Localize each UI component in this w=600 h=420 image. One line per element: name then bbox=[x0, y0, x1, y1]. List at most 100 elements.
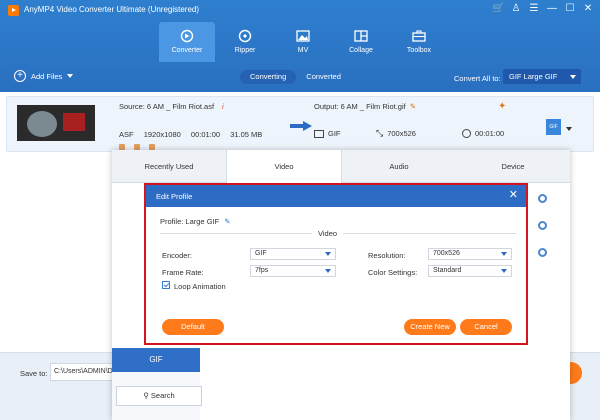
converting-tab[interactable]: Converting bbox=[240, 70, 297, 84]
close-icon[interactable]: ✕ bbox=[509, 188, 518, 202]
tab-video[interactable]: Video bbox=[226, 150, 342, 183]
tab-device[interactable]: Device bbox=[456, 150, 570, 182]
source-size: 31.05 MB bbox=[230, 130, 263, 139]
user-icon[interactable]: ♙ bbox=[510, 3, 522, 15]
edit-profile-dialog: Edit Profile ✕ Profile: Large GIF ✎ Video… bbox=[144, 183, 528, 345]
tab-converter[interactable]: Converter bbox=[159, 22, 215, 62]
section-title: Video bbox=[312, 229, 344, 238]
app-logo-icon bbox=[8, 5, 19, 16]
source-name-text: Source: 6 AM _ Film Riot.asf bbox=[119, 102, 215, 111]
encoder-select[interactable]: GIF bbox=[250, 248, 336, 260]
framerate-label: Frame Rate: bbox=[162, 268, 204, 277]
edit-icon[interactable]: ✎ bbox=[224, 217, 230, 226]
convert-all-select[interactable]: GIF Large GIF bbox=[503, 69, 581, 84]
save-to-label: Save to: bbox=[20, 369, 48, 378]
loop-animation-label: Loop Animation bbox=[174, 282, 226, 291]
title-bar: AnyMP4 Video Converter Ultimate (Unregis… bbox=[0, 0, 600, 20]
output-format: GIF bbox=[328, 129, 341, 138]
output-name: Output: 6 AM _ Film Riot.gif ✎ bbox=[314, 102, 416, 111]
gear-icon[interactable] bbox=[538, 194, 547, 203]
encoder-label: Encoder: bbox=[162, 251, 193, 260]
output-resolution-cell: ⤡ 700x526 bbox=[376, 128, 462, 139]
output-name-text: Output: 6 AM _ Film Riot.gif bbox=[314, 102, 406, 111]
output-meta: GIF ⤡ 700x526 00:01:00 bbox=[314, 128, 504, 139]
tab-ripper[interactable]: Ripper bbox=[217, 22, 273, 62]
gear-icon[interactable] bbox=[538, 221, 547, 230]
chevron-down-icon[interactable] bbox=[566, 127, 572, 131]
collage-icon bbox=[354, 30, 368, 42]
info-icon[interactable]: i bbox=[222, 102, 224, 111]
framerate-value: 7fps bbox=[255, 267, 269, 274]
maximize-icon[interactable]: ☐ bbox=[564, 3, 576, 15]
chevron-down-icon bbox=[501, 269, 507, 273]
menu-icon[interactable]: ☰ bbox=[528, 3, 540, 15]
create-new-button[interactable]: Create New bbox=[404, 319, 456, 335]
mv-icon bbox=[296, 30, 310, 42]
default-button[interactable]: Default bbox=[162, 319, 224, 335]
close-icon[interactable]: ✕ bbox=[582, 3, 594, 15]
tab-collage[interactable]: Collage bbox=[333, 22, 389, 62]
move-up-icon[interactable]: ✦ bbox=[498, 101, 506, 112]
arrow-right-icon bbox=[290, 121, 312, 131]
resolution-select[interactable]: 700x526 bbox=[428, 248, 512, 260]
tab-audio[interactable]: Audio bbox=[342, 150, 456, 182]
video-format-icon bbox=[314, 129, 324, 138]
framerate-select[interactable]: 7fps bbox=[250, 265, 336, 277]
file-item[interactable]: Source: 6 AM _ Film Riot.asf i ASF 1920x1… bbox=[6, 96, 594, 152]
video-thumbnail[interactable] bbox=[17, 105, 95, 141]
gear-icon[interactable] bbox=[538, 248, 547, 257]
tab-toolbox[interactable]: Toolbox bbox=[391, 22, 447, 62]
convert-all-value: GIF Large GIF bbox=[509, 72, 558, 81]
output-format-button[interactable]: GIF bbox=[546, 119, 561, 135]
profile-name-text: Profile: Large GIF bbox=[160, 217, 220, 226]
color-settings-value: Standard bbox=[433, 267, 462, 274]
loop-animation-checkbox[interactable] bbox=[162, 281, 170, 289]
dialog-title: Edit Profile bbox=[156, 192, 193, 201]
chevron-down-icon bbox=[325, 269, 331, 273]
rename-icon[interactable]: ✎ bbox=[410, 102, 416, 111]
encoder-value: GIF bbox=[255, 250, 267, 257]
add-files-button[interactable]: + Add Files bbox=[14, 70, 74, 82]
toolbox-icon bbox=[412, 30, 426, 42]
output-resolution: 700x526 bbox=[387, 129, 416, 138]
tab-collage-label: Collage bbox=[349, 47, 373, 54]
window-controls: 🛒 ♙ ☰ — ☐ ✕ bbox=[492, 3, 594, 15]
profile-tabs: Recently Used Video Audio Device bbox=[112, 150, 570, 183]
app-header: AnyMP4 Video Converter Ultimate (Unregis… bbox=[0, 0, 600, 92]
search-icon: ⚲ bbox=[143, 391, 151, 400]
status-switch: Converting Converted bbox=[240, 70, 351, 84]
format-item-gif[interactable]: GIF bbox=[112, 348, 200, 372]
chevron-down-icon[interactable] bbox=[67, 74, 74, 78]
source-format: ASF bbox=[119, 130, 134, 139]
sub-toolbar: + Add Files Converting Converted Convert… bbox=[0, 66, 600, 88]
output-duration: 00:01:00 bbox=[475, 129, 505, 138]
source-name: Source: 6 AM _ Film Riot.asf i bbox=[119, 102, 224, 111]
tab-mv[interactable]: MV bbox=[275, 22, 331, 62]
add-files-label: Add Files bbox=[31, 71, 63, 81]
cancel-button[interactable]: Cancel bbox=[460, 319, 512, 335]
converted-tab[interactable]: Converted bbox=[296, 70, 351, 84]
color-settings-label: Color Settings: bbox=[368, 268, 418, 277]
output-duration-cell: 00:01:00 bbox=[462, 128, 504, 139]
app-title: AnyMP4 Video Converter Ultimate (Unregis… bbox=[24, 5, 200, 14]
cart-icon[interactable]: 🛒 bbox=[492, 3, 504, 15]
converter-icon bbox=[180, 29, 194, 43]
tab-mv-label: MV bbox=[297, 47, 309, 54]
chevron-down-icon bbox=[501, 252, 507, 256]
output-format-cell: GIF bbox=[314, 128, 376, 139]
search-button[interactable]: ⚲ Search bbox=[116, 386, 202, 406]
plus-icon: + bbox=[14, 70, 26, 82]
minimize-icon[interactable]: — bbox=[546, 3, 558, 15]
chevron-down-icon bbox=[325, 252, 331, 256]
search-label: Search bbox=[150, 391, 175, 400]
dialog-header: Edit Profile ✕ bbox=[146, 185, 526, 207]
chevron-down-icon bbox=[570, 75, 576, 79]
source-duration: 00:01:00 bbox=[190, 130, 221, 139]
save-path-field[interactable]: C:\Users\ADMIN\D bbox=[50, 363, 120, 381]
tab-recently-used[interactable]: Recently Used bbox=[112, 150, 226, 182]
source-meta: ASF 1920x1080 00:01:00 31.05 MB bbox=[119, 130, 270, 139]
format-list: GIF ⚲ Search bbox=[112, 348, 202, 420]
profile-name: Profile: Large GIF ✎ bbox=[160, 217, 231, 226]
color-settings-select[interactable]: Standard bbox=[428, 265, 512, 277]
tab-toolbox-label: Toolbox bbox=[406, 47, 432, 54]
